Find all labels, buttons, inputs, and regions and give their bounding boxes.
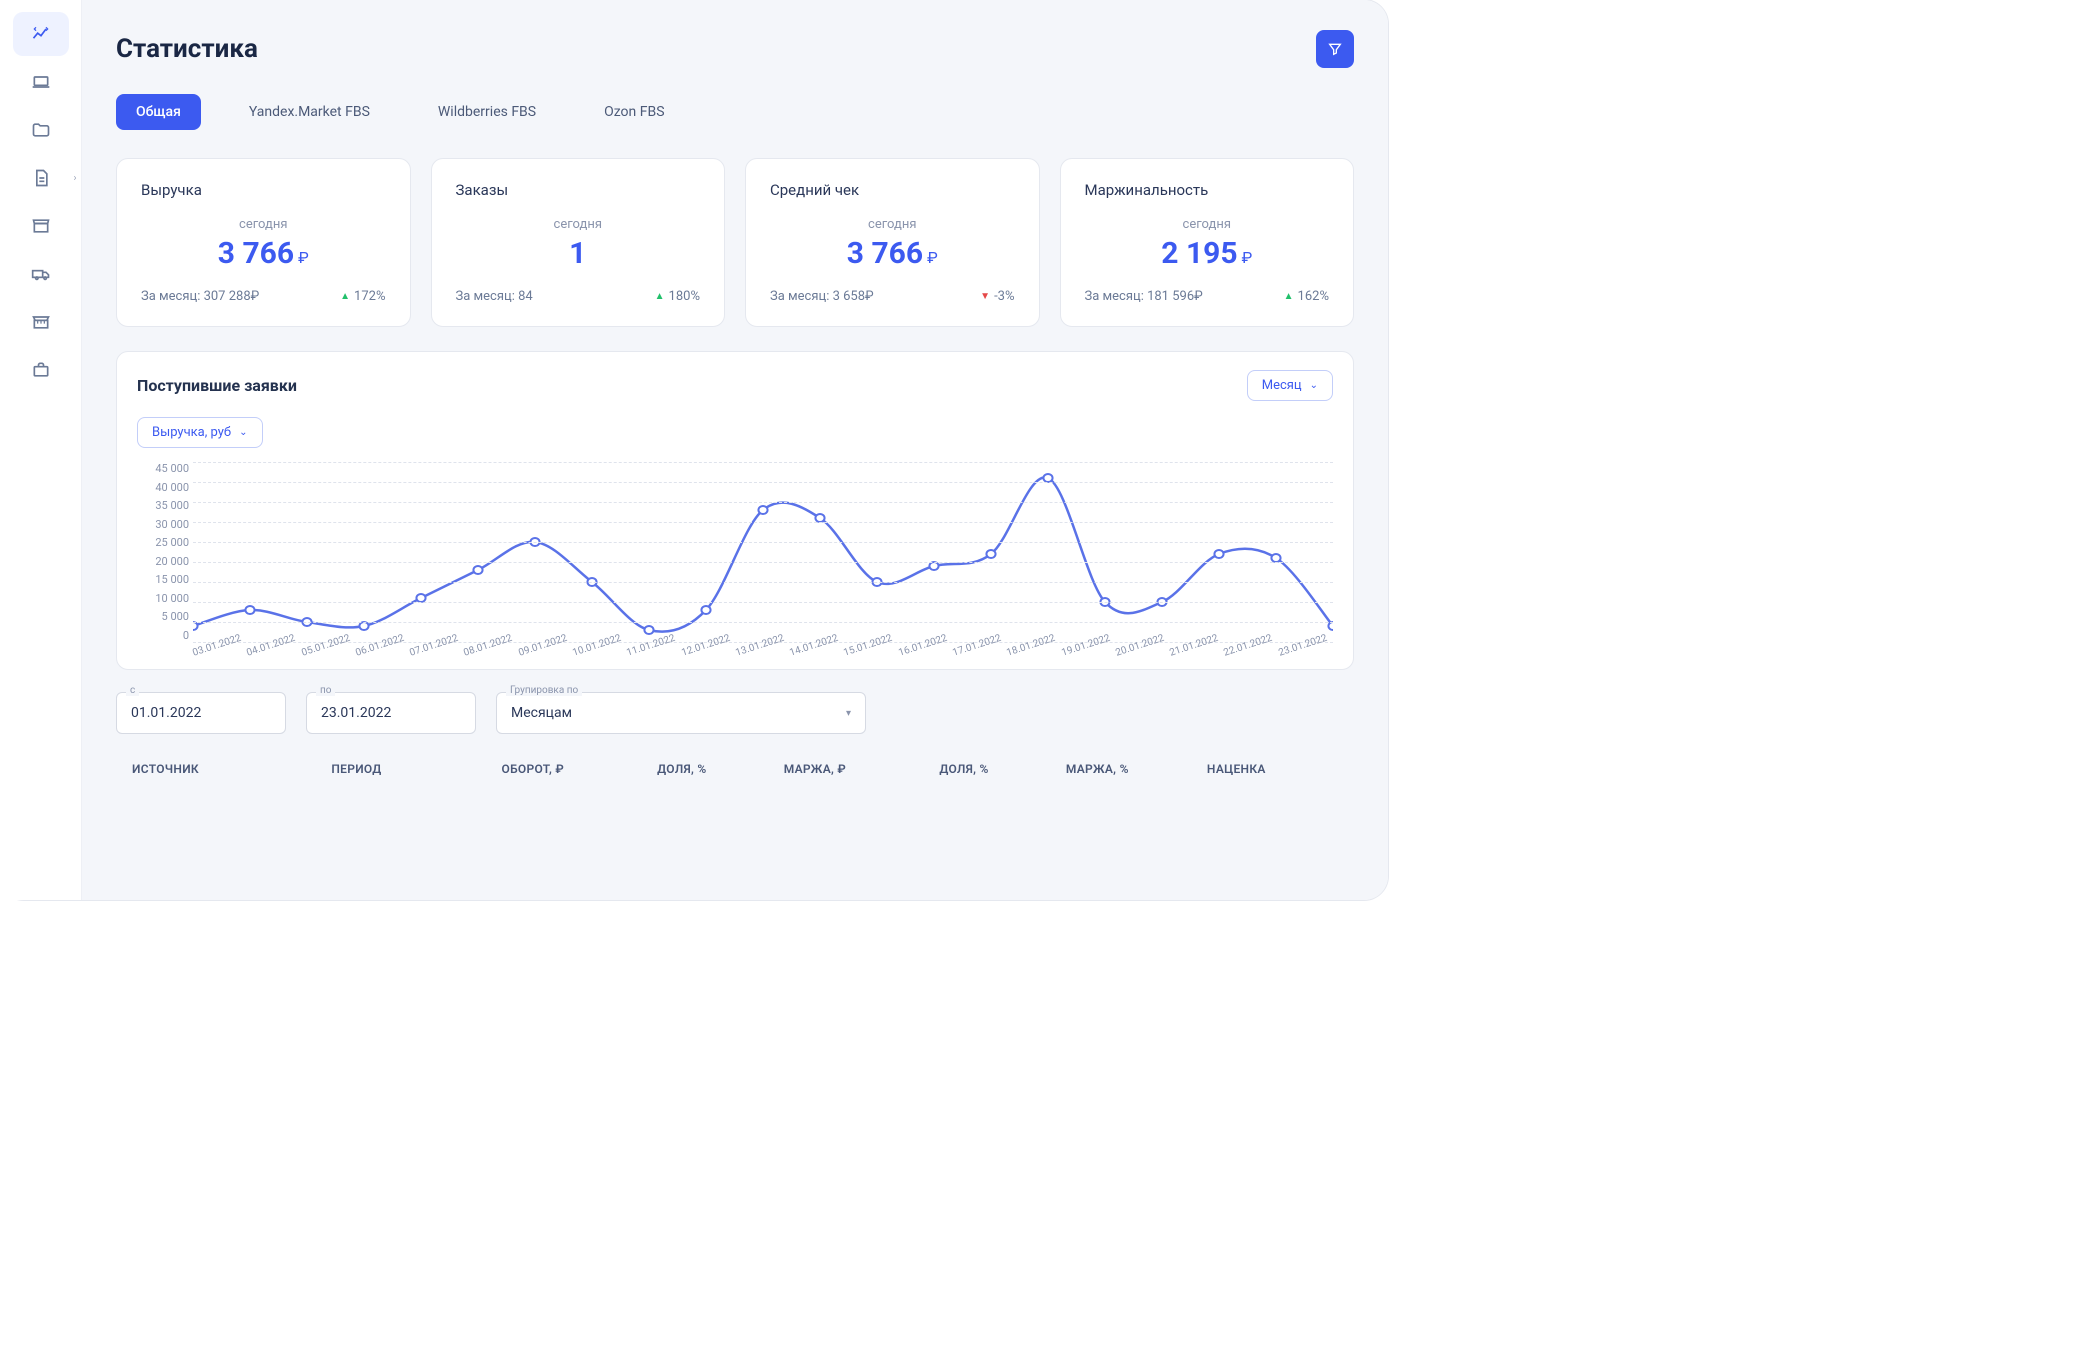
date-from-label: с xyxy=(126,685,139,696)
currency: ₽ xyxy=(298,248,309,267)
metric-label: Выручка, руб xyxy=(152,425,231,440)
card-delta: ▼-3% xyxy=(980,289,1014,304)
card-sub: сегодня xyxy=(1085,217,1330,232)
page-title: Статистика xyxy=(116,34,258,64)
card-value: 3 766 xyxy=(847,236,923,271)
sidebar-item-folder-icon[interactable] xyxy=(13,108,69,152)
card-title: Заказы xyxy=(456,181,701,199)
tab-2[interactable]: Wildberries FBS xyxy=(418,94,556,130)
period-label: Месяц xyxy=(1262,378,1302,393)
table-column-header[interactable]: ПЕРИОД xyxy=(331,762,491,776)
card-title: Выручка xyxy=(141,181,386,199)
card-delta: ▲162% xyxy=(1284,289,1329,304)
card-value: 3 766 xyxy=(218,236,294,271)
line-chart xyxy=(193,462,1333,642)
table-filters: с 01.01.2022 по 23.01.2022 Групировка по… xyxy=(116,692,1354,734)
sidebar-item-stats-icon[interactable] xyxy=(13,12,69,56)
sidebar-item-briefcase-icon[interactable] xyxy=(13,348,69,392)
card-month: За месяц: 84 xyxy=(456,289,533,304)
card-title: Средний чек xyxy=(770,181,1015,199)
card-sub: сегодня xyxy=(770,217,1015,232)
chevron-down-icon: ⌄ xyxy=(1310,380,1318,391)
tab-1[interactable]: Yandex.Market FBS xyxy=(229,94,390,130)
currency: ₽ xyxy=(927,248,938,267)
sidebar-item-document-icon[interactable]: › xyxy=(13,156,69,200)
card-value: 2 195 xyxy=(1161,236,1237,271)
up-arrow-icon: ▲ xyxy=(1284,291,1294,302)
stat-card-1: Заказы сегодня 1 За месяц: 84 ▲180% xyxy=(431,158,726,327)
stat-card-3: Маржинальность сегодня 2 195 ₽ За месяц: 181… xyxy=(1060,158,1355,327)
up-arrow-icon: ▲ xyxy=(655,291,665,302)
main-content: Статистика Общая Yandex.Market FBS Wildber… xyxy=(82,0,1388,900)
table-column-header[interactable]: МАРЖА, ₽ xyxy=(784,762,930,776)
filter-icon xyxy=(1327,41,1343,57)
stat-card-2: Средний чек сегодня 3 766₽ За месяц: 3 658₽… xyxy=(745,158,1040,327)
card-sub: сегодня xyxy=(456,217,701,232)
dropdown-arrow-icon: ▾ xyxy=(846,708,851,719)
chevron-down-icon: ⌄ xyxy=(239,427,247,438)
sidebar-item-pos-icon[interactable] xyxy=(13,60,69,104)
card-month: За месяц: 307 288₽ xyxy=(141,289,259,304)
sidebar-item-truck-icon[interactable] xyxy=(13,252,69,296)
chart-title: Поступившие заявки xyxy=(137,376,297,395)
date-from-input[interactable]: 01.01.2022 xyxy=(116,692,286,734)
chart-card: Поступившие заявки Месяц ⌄ Выручка, руб … xyxy=(116,351,1354,670)
table-column-header[interactable]: ДОЛЯ, % xyxy=(939,762,1056,776)
tabs: Общая Yandex.Market FBS Wildberries FBS Ozo… xyxy=(116,94,1354,130)
sidebar-item-market-icon[interactable] xyxy=(13,300,69,344)
card-month: За месяц: 3 658₽ xyxy=(770,289,874,304)
tab-0[interactable]: Общая xyxy=(116,94,201,130)
card-title: Маржинальность xyxy=(1085,181,1330,199)
filter-button[interactable] xyxy=(1316,30,1354,68)
table-column-header[interactable]: ДОЛЯ, % xyxy=(657,762,774,776)
card-value: 1 xyxy=(569,236,586,271)
card-month: За месяц: 181 596₽ xyxy=(1085,289,1203,304)
sidebar-item-storefront-icon[interactable] xyxy=(13,204,69,248)
stat-cards: Выручкасегодня3 766₽За месяц: 307 288₽▲1… xyxy=(116,158,1354,327)
table-header: ИСТОЧНИК ПЕРИОД ОБОРОТ, ₽ ДОЛЯ, % МАРЖА, ₽ ДО… xyxy=(116,752,1354,786)
table-column-header[interactable]: МАРЖА, % xyxy=(1066,762,1197,776)
group-by-label: Групировка по xyxy=(506,685,582,696)
down-arrow-icon: ▼ xyxy=(980,291,990,302)
tab-3[interactable]: Ozon FBS xyxy=(584,94,684,130)
currency: ₽ xyxy=(1242,248,1253,267)
table-column-header[interactable]: ОБОРОТ, ₽ xyxy=(502,762,648,776)
date-to-input[interactable]: 23.01.2022 xyxy=(306,692,476,734)
metric-select[interactable]: Выручка, руб ⌄ xyxy=(137,417,263,448)
card-delta: ▲172% xyxy=(340,289,385,304)
card-delta: ▲180% xyxy=(655,289,700,304)
group-by-select[interactable]: Месяцам ▾ xyxy=(496,692,866,734)
table-column-header[interactable]: НАЦЕНКА xyxy=(1207,762,1338,776)
up-arrow-icon: ▲ xyxy=(340,291,350,302)
table-column-header[interactable]: ИСТОЧНИК xyxy=(132,762,321,776)
chart-body: 45 00040 00035 00030 00025 00020 00015 0… xyxy=(137,462,1333,659)
sidebar: › xyxy=(0,0,82,900)
chevron-right-icon: › xyxy=(73,173,76,184)
stat-card-0: Выручка сегодня 3 766₽ За месяц: 307 288₽ ▲1… xyxy=(116,158,411,327)
date-to-label: по xyxy=(316,685,335,696)
card-sub: сегодня xyxy=(141,217,386,232)
period-select[interactable]: Месяц ⌄ xyxy=(1247,370,1333,401)
